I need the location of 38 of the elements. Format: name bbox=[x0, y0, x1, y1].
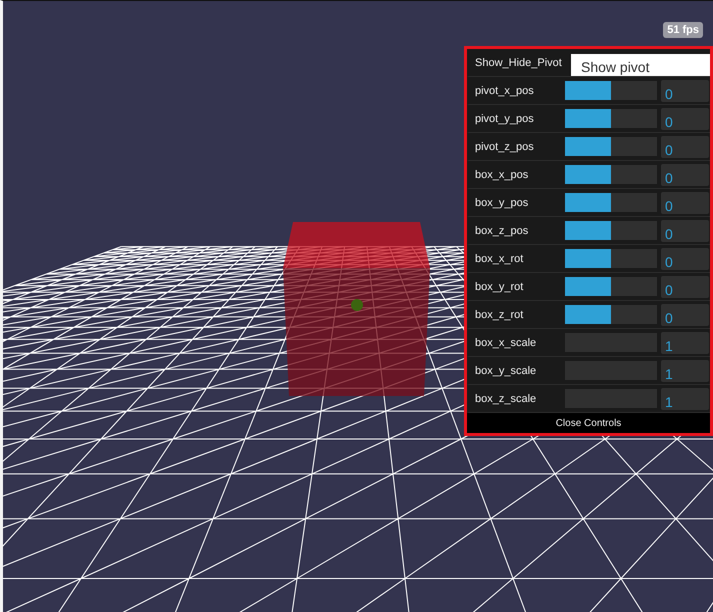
number-field[interactable]: 0 bbox=[661, 276, 709, 298]
control-label: box_x_rot bbox=[475, 252, 524, 264]
control-label: box_x_pos bbox=[475, 168, 530, 180]
control-label: pivot_y_pos bbox=[475, 112, 535, 124]
slider-track[interactable] bbox=[565, 165, 657, 184]
slider-track[interactable] bbox=[565, 249, 657, 268]
number-field[interactable]: 0 bbox=[661, 220, 709, 242]
control-label: box_z_scale bbox=[475, 392, 538, 404]
control-label: pivot_x_pos bbox=[475, 84, 535, 96]
slider-track[interactable] bbox=[565, 81, 657, 100]
slider-track[interactable] bbox=[565, 137, 657, 156]
pivot-sphere-icon bbox=[351, 299, 363, 311]
fps-counter: 51 fps bbox=[663, 22, 703, 38]
number-field[interactable]: 0 bbox=[661, 108, 709, 130]
slider-track[interactable] bbox=[565, 305, 657, 324]
number-field[interactable]: 0 bbox=[661, 80, 709, 102]
number-field[interactable]: 1 bbox=[661, 360, 709, 382]
number-field[interactable]: 0 bbox=[661, 136, 709, 158]
slider-track[interactable] bbox=[565, 221, 657, 240]
control-label: box_z_pos bbox=[475, 224, 530, 236]
number-field[interactable]: 0 bbox=[661, 304, 709, 326]
number-field[interactable]: 0 bbox=[661, 164, 709, 186]
number-field[interactable]: 1 bbox=[661, 332, 709, 354]
slider-track[interactable] bbox=[565, 109, 657, 128]
control-label: box_x_scale bbox=[475, 336, 538, 348]
slider-track[interactable] bbox=[565, 193, 657, 212]
number-field[interactable]: 0 bbox=[661, 248, 709, 270]
control-label: box_y_rot bbox=[475, 280, 524, 292]
number-field[interactable]: 0 bbox=[661, 192, 709, 214]
slider-track[interactable] bbox=[565, 277, 657, 296]
control-label: box_y_pos bbox=[475, 196, 530, 208]
pivot-dropdown[interactable]: Show pivot bbox=[571, 54, 710, 76]
control-label: box_y_scale bbox=[475, 364, 538, 376]
number-field[interactable]: 1 bbox=[661, 388, 709, 410]
close-controls-button[interactable]: Close Controls bbox=[467, 413, 710, 433]
control-label: pivot_z_pos bbox=[475, 140, 535, 152]
control-label: Show_Hide_Pivot bbox=[475, 56, 563, 68]
control-label: box_z_rot bbox=[475, 308, 524, 320]
